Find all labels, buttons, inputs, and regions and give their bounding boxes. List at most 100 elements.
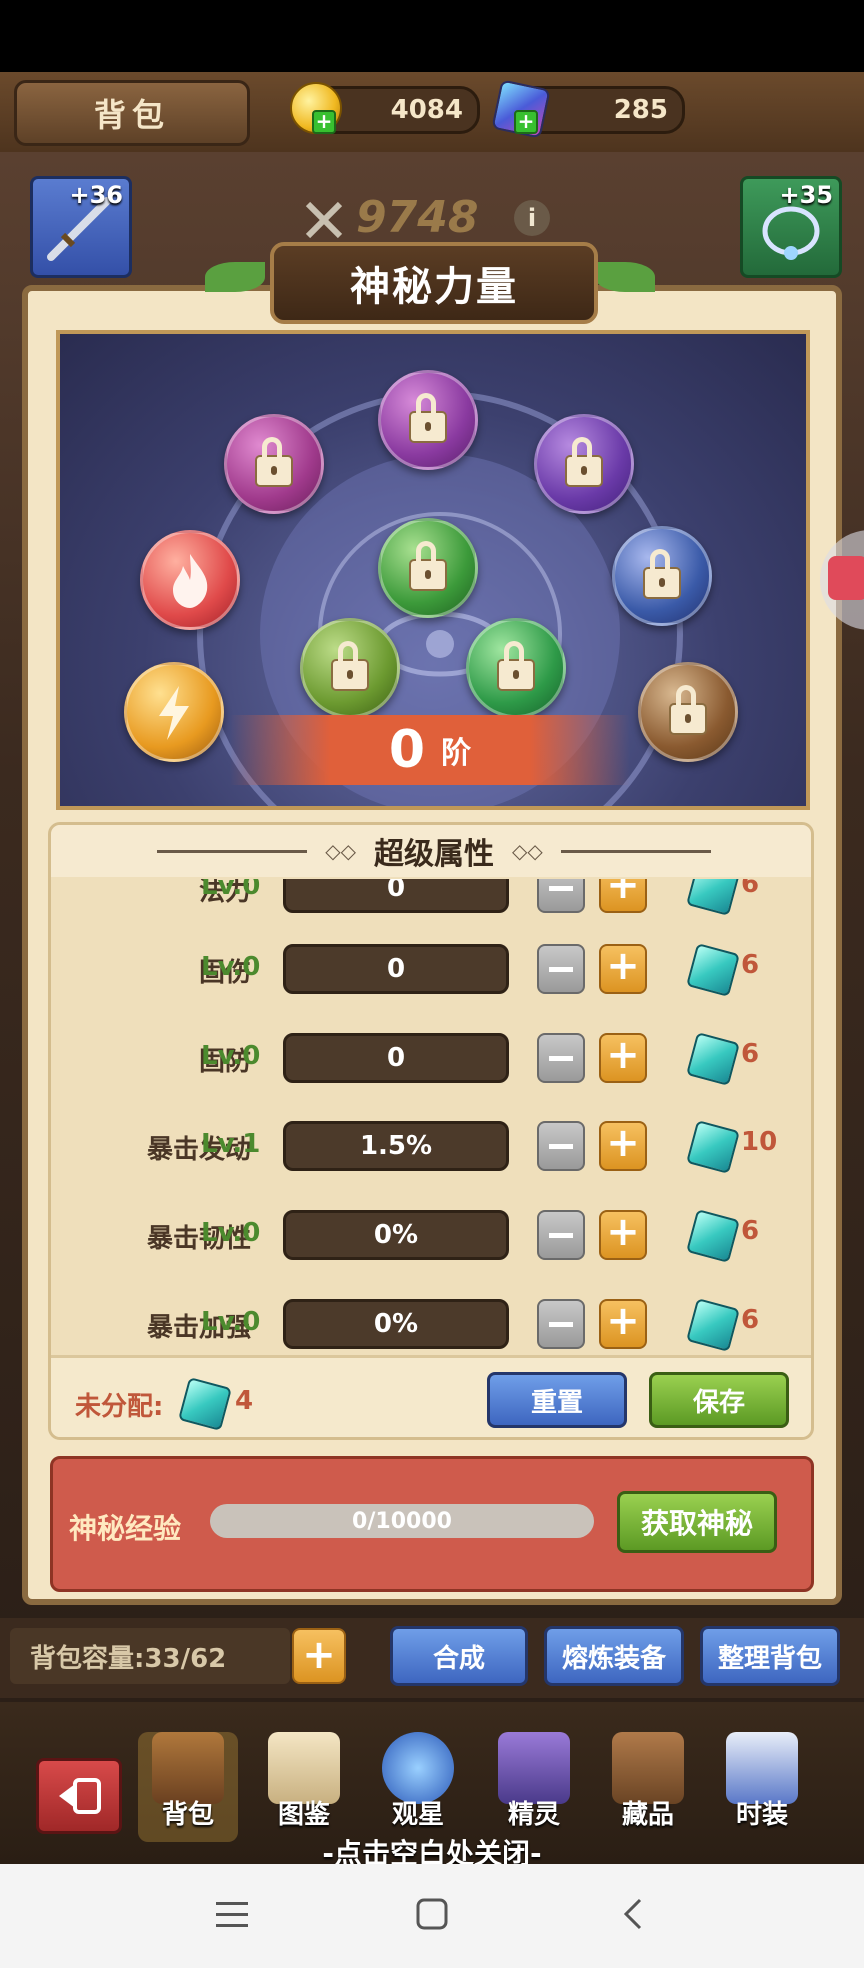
attribute-cost: 10	[741, 1127, 778, 1157]
attribute-value: 0	[283, 944, 509, 994]
bag-tab[interactable]: 背包	[14, 80, 250, 146]
gamepad-icon	[828, 556, 864, 600]
section-title: 超级属性	[374, 837, 494, 872]
orb-magenta[interactable]	[224, 414, 324, 514]
nav-fashion[interactable]: 时装	[712, 1732, 812, 1842]
nav-handbook[interactable]: 图鉴	[254, 1732, 354, 1842]
back-icon[interactable]	[620, 1898, 644, 1930]
top-bar: 背包 4084 + 285 +	[0, 72, 864, 155]
attribute-level: Lv.0	[201, 1218, 261, 1248]
crossed-swords-icon	[305, 201, 343, 239]
system-navigation-bar	[0, 1864, 864, 1968]
attribute-row: 暴击加强 Lv.0 0% + 6	[51, 1295, 811, 1355]
nav-bag[interactable]: 背包	[138, 1732, 238, 1842]
inventory-bar: 背包容量:33/62 + 合成 熔炼装备 整理背包	[0, 1618, 864, 1698]
decrease-button[interactable]	[537, 1299, 585, 1349]
lock-icon	[409, 541, 447, 591]
attribute-row: 暴击韧性 Lv.0 0% + 6	[51, 1206, 811, 1266]
orb-purple-top[interactable]	[378, 370, 478, 470]
lock-icon	[255, 437, 293, 487]
necklace-slot[interactable]: +35	[740, 176, 842, 278]
diamond-ornament-icon: ◇◇	[325, 839, 356, 863]
attribute-value: 0	[283, 1033, 509, 1083]
diamond-ornament-icon: ◇◇	[512, 839, 543, 863]
orb-blue[interactable]	[612, 526, 712, 626]
stage-indicator: 0 阶	[230, 715, 630, 785]
nav-label: 精灵	[507, 1800, 560, 1830]
reset-button[interactable]: 重置	[487, 1372, 627, 1428]
attribute-cost: 6	[741, 1039, 760, 1069]
section-header: ◇◇ 超级属性 ◇◇	[51, 825, 811, 877]
divider-left	[157, 849, 308, 853]
crystal-icon	[686, 1209, 740, 1263]
attribute-row: 固防 Lv.0 0 + 6	[51, 1029, 811, 1089]
capacity-label: 背包容量:33/62	[10, 1628, 290, 1684]
decrease-button[interactable]	[537, 1033, 585, 1083]
increase-button[interactable]: +	[599, 1121, 647, 1171]
attribute-level: Lv.0	[201, 952, 261, 982]
orb-violet[interactable]	[534, 414, 634, 514]
allocation-bar: 未分配: 4 重置 保存	[51, 1355, 811, 1437]
synthesize-button[interactable]: 合成	[390, 1626, 528, 1686]
tidy-bag-button[interactable]: 整理背包	[700, 1626, 840, 1686]
home-icon[interactable]	[416, 1898, 448, 1930]
nav-collection[interactable]: 藏品	[598, 1732, 698, 1842]
lock-icon	[331, 641, 369, 691]
combat-power: 9748 i	[300, 190, 560, 248]
crystal-icon	[686, 1032, 740, 1086]
expand-capacity-button[interactable]: +	[292, 1628, 346, 1684]
attribute-cost: 6	[741, 950, 760, 980]
decrease-button[interactable]	[537, 1121, 585, 1171]
lock-icon	[565, 437, 603, 487]
increase-button[interactable]: +	[599, 1210, 647, 1260]
nav-label: 藏品	[621, 1800, 674, 1830]
menu-icon[interactable]	[216, 1900, 248, 1930]
weapon-level: +36	[69, 181, 123, 209]
lock-icon	[669, 685, 707, 735]
nav-label: 时装	[735, 1800, 788, 1830]
smelt-equipment-button[interactable]: 熔炼装备	[544, 1626, 684, 1686]
crystal-icon	[178, 1377, 232, 1431]
exit-button[interactable]	[36, 1758, 122, 1834]
orb-fire[interactable]	[140, 530, 240, 630]
attribute-cost: 6	[741, 1305, 760, 1335]
attribute-value: 0%	[283, 1299, 509, 1349]
nav-label: 图鉴	[277, 1800, 330, 1830]
decrease-button[interactable]	[537, 1210, 585, 1260]
divider-right	[560, 849, 711, 853]
nav-label: 观星	[391, 1800, 444, 1830]
decrease-button[interactable]	[537, 944, 585, 994]
orb-brown[interactable]	[638, 662, 738, 762]
increase-button[interactable]: +	[599, 944, 647, 994]
crystal-icon	[686, 1120, 740, 1174]
save-button[interactable]: 保存	[649, 1372, 789, 1428]
crystal-icon	[686, 1298, 740, 1352]
stage-unit: 阶	[441, 736, 472, 771]
info-icon[interactable]: i	[514, 200, 550, 236]
stage-number: 0	[388, 720, 426, 780]
attribute-box: ◇◇ 超级属性 ◇◇ 法力 Lv.0 0 + 6 固伤 Lv.0 0 + 6 固…	[48, 822, 814, 1440]
crystal-icon	[686, 943, 740, 997]
necklace-level: +35	[779, 181, 833, 209]
orb-emerald[interactable]	[466, 618, 566, 718]
increase-button[interactable]: +	[599, 1033, 647, 1083]
increase-button[interactable]: +	[599, 1299, 647, 1349]
unassigned-label: 未分配:	[75, 1392, 164, 1422]
get-mystic-button[interactable]: 获取神秘	[617, 1491, 777, 1553]
weapon-slot[interactable]: +36	[30, 176, 132, 278]
experience-value: 0/10000	[352, 1508, 452, 1534]
add-gem-icon[interactable]: +	[514, 110, 538, 134]
orb-lightning[interactable]	[124, 662, 224, 762]
attribute-row: 暴击发动 Lv.1 1.5% + 10	[51, 1117, 811, 1177]
experience-label: 神秘经验	[69, 1512, 182, 1545]
nav-label: 背包	[161, 1800, 214, 1830]
orb-green-center[interactable]	[378, 518, 478, 618]
lock-icon	[643, 549, 681, 599]
lock-icon	[497, 641, 535, 691]
unassigned-value: 4	[235, 1386, 254, 1416]
orb-olive[interactable]	[300, 618, 400, 718]
attribute-level: Lv.1	[201, 1129, 261, 1159]
nav-spirit[interactable]: 精灵	[484, 1732, 584, 1842]
nav-stargazing[interactable]: 观星	[368, 1732, 468, 1842]
add-gold-icon[interactable]: +	[312, 110, 336, 134]
